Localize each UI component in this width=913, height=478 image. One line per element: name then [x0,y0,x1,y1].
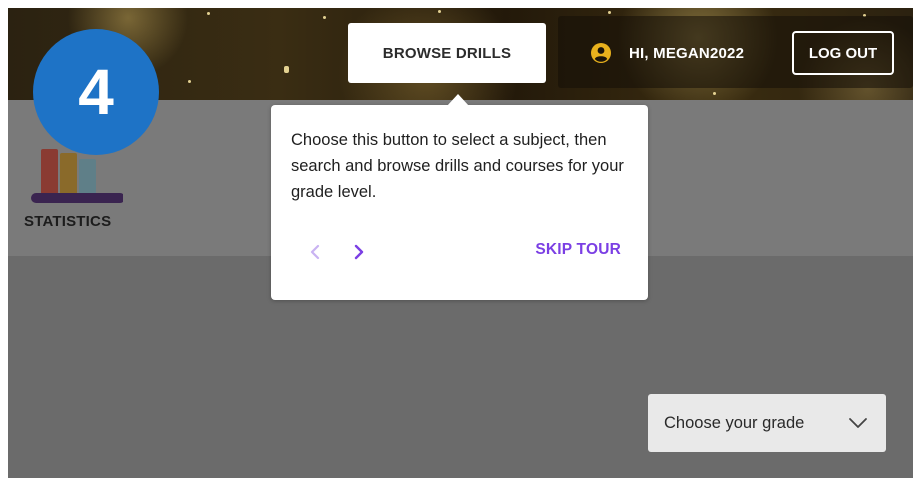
chevron-right-icon [354,244,364,260]
tour-tooltip-text: Choose this button to select a subject, … [291,131,624,201]
banner-sparkle [284,66,289,73]
banner-sparkle [713,92,716,95]
user-circle-icon [591,43,611,63]
logout-button[interactable]: LOG OUT [792,31,894,75]
bar-chart-icon [31,149,123,203]
user-panel: HI, MEGAN2022 LOG OUT [558,16,913,88]
user-name: HI, MEGAN2022 [629,44,745,62]
banner-sparkle [608,11,611,14]
tour-tooltip: Choose this button to select a subject, … [271,94,648,300]
tour-navigation: SKIP TOUR [297,234,637,270]
tour-step-badge: 4 [33,29,159,155]
tooltip-pointer [447,94,469,106]
user-greeting[interactable]: HI, MEGAN2022 [591,38,744,68]
app-screen: BROWSE DRILLS HI, MEGAN2022 LOG OUT STAT… [8,8,913,478]
tour-prev-button[interactable] [302,234,328,270]
statistics-label: STATISTICS [24,213,112,230]
browse-drills-button[interactable]: BROWSE DRILLS [348,23,546,83]
banner-sparkle [438,10,441,13]
banner-sparkle [188,80,191,83]
banner-sparkle [323,16,326,19]
chevron-down-icon [849,418,867,428]
grade-select-label: Choose your grade [664,413,805,432]
grade-select[interactable]: Choose your grade [648,394,886,452]
banner-sparkle [207,12,210,15]
chevron-left-icon [310,244,320,260]
skip-tour-button[interactable]: SKIP TOUR [535,241,621,259]
tour-next-button[interactable] [346,234,372,270]
